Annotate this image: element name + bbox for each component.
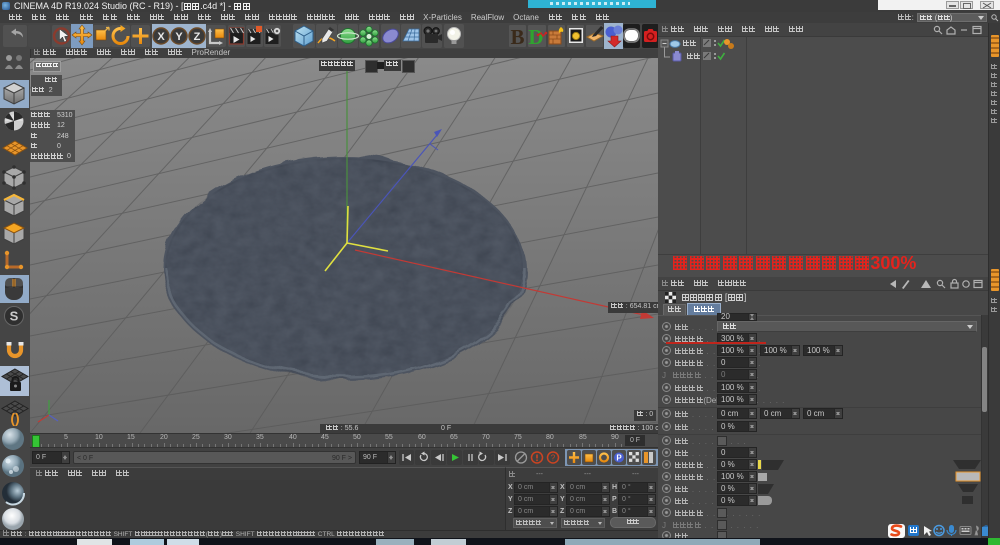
- svg-text:B: B: [510, 25, 524, 49]
- svg-text:X: X: [157, 31, 165, 43]
- svg-text:Y: Y: [175, 31, 183, 43]
- svg-text:S: S: [10, 309, 19, 324]
- svg-text:(): (): [10, 410, 19, 426]
- svg-text:D: D: [528, 25, 543, 49]
- svg-text:P: P: [616, 454, 622, 463]
- svg-text:Z: Z: [194, 31, 201, 43]
- svg-text:?: ?: [551, 454, 556, 463]
